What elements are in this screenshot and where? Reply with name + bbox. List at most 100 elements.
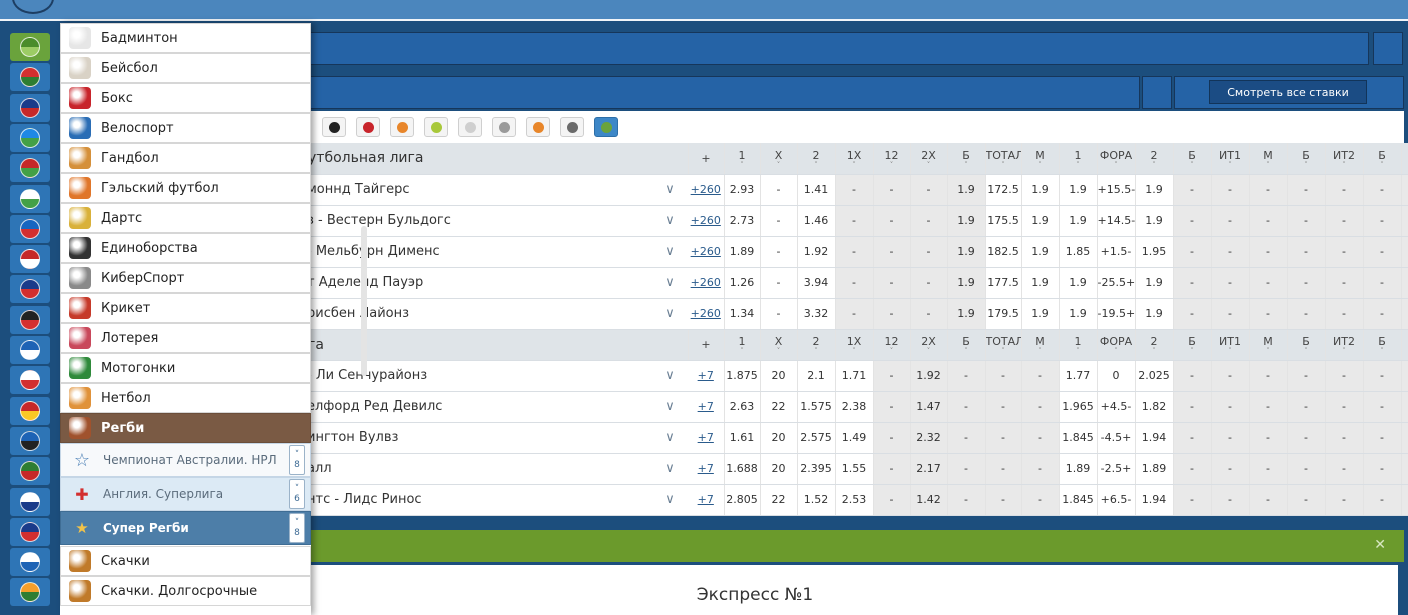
more-bets-link[interactable]: +260 [688,267,725,299]
odds-cell[interactable]: 1.9 [1059,267,1098,299]
logo[interactable] [12,0,54,14]
volleyball-icon[interactable] [458,117,482,137]
odds-cell[interactable]: 2.93 [724,174,761,206]
more-bets-link[interactable]: +7 [688,422,725,454]
sport-menu-item[interactable]: КиберСпорт [60,263,311,293]
match-teams[interactable]: алл [270,453,652,485]
odds-cell[interactable]: 1.95 [1135,236,1174,268]
sport-menu-item[interactable]: Скачки. Долгосрочные [60,576,311,606]
close-icon[interactable]: ✕ [1374,537,1386,553]
odds-cell[interactable]: 1.49 [835,422,874,454]
odds-cell[interactable]: +14.5- [1097,205,1136,237]
more-bets-link[interactable]: +7 [688,453,725,485]
odds-cell[interactable]: +6.5- [1097,484,1136,516]
odds-cell[interactable]: 1.9 [947,267,986,299]
odds-cell[interactable]: 0 [1097,360,1136,392]
odds-cell[interactable]: 20 [760,360,798,392]
sport-menu-item[interactable]: Крикет [60,293,311,323]
odds-cell[interactable]: 1.77 [1059,360,1098,392]
tennis-icon[interactable] [424,117,448,137]
match-teams[interactable]: з - Вестерн Бульдогс [270,205,652,237]
league-submenu-item[interactable]: ✚ Англия. Суперлига ˅ 6 [60,477,311,511]
odds-cell[interactable]: 2.63 [724,391,761,423]
chevron-down-icon[interactable]: ∨ [652,205,688,237]
match-teams[interactable]: елфорд Ред Девилс [270,391,652,423]
sport-menu-item[interactable]: Бокс [60,83,311,113]
flag-belarus-icon[interactable] [10,154,50,183]
odds-cell[interactable]: 1.9 [1021,205,1060,237]
odds-cell[interactable]: 1.9 [1135,205,1174,237]
odds-cell[interactable]: 1.845 [1059,484,1098,516]
odds-cell[interactable]: 1.845 [1059,422,1098,454]
odds-cell[interactable]: 1.94 [1135,484,1174,516]
odds-cell[interactable]: 2.025 [1135,360,1174,392]
match-teams[interactable]: - Мельбурн Дименс [270,236,652,268]
odds-cell[interactable]: 1.9 [1021,298,1060,330]
flag-australia-icon[interactable] [10,93,50,122]
chevron-down-icon[interactable]: ∨ [652,391,688,423]
flag-germany-icon[interactable] [10,305,50,334]
odds-cell[interactable]: 2.17 [910,453,948,485]
odds-cell[interactable]: 1.965 [1059,391,1098,423]
flag-denmark-icon[interactable] [10,245,50,274]
odds-cell[interactable]: 1.71 [835,360,874,392]
chevron-down-icon[interactable]: ∨ [652,422,688,454]
odds-cell[interactable]: 1.85 [1059,236,1098,268]
view-all-bets-button[interactable]: Смотреть все ставки [1209,80,1367,104]
odds-cell[interactable]: 20 [760,453,798,485]
odds-cell[interactable]: 1.9 [1021,267,1060,299]
chevron-down-icon[interactable]: ∨ [652,267,688,299]
odds-cell[interactable]: 1.34 [724,298,761,330]
odds-cell[interactable]: 3.94 [797,267,836,299]
odds-cell[interactable]: +4.5- [1097,391,1136,423]
flag-england-icon[interactable] [10,366,50,395]
sport-menu-item[interactable]: Лотерея [60,323,311,353]
flag-spain-icon[interactable] [10,396,50,425]
league-submenu-item[interactable]: ★ Супер Регби ˅ 8 [60,511,311,545]
odds-cell[interactable]: 172.5 [985,174,1022,206]
waterpolo-icon[interactable] [526,117,550,137]
odds-cell[interactable]: 22 [760,391,798,423]
count-badge[interactable]: ˅ 8 [289,445,305,475]
tyre-icon[interactable] [322,117,346,137]
match-teams[interactable]: моннд Тайгерс [270,174,652,206]
boxing-icon[interactable] [356,117,380,137]
odds-cell[interactable]: 1.41 [797,174,836,206]
sport-menu-item[interactable]: Бейсбол [60,53,311,83]
sport-menu-item[interactable]: Гэльский футбол [60,173,311,203]
odds-cell[interactable]: 1.9 [1059,174,1098,206]
more-bets-link[interactable]: +7 [688,360,725,392]
match-teams[interactable]: ингтон Вулвз [270,422,652,454]
flag-india-icon[interactable] [10,578,50,607]
odds-cell[interactable]: 1.9 [1135,298,1174,330]
odds-cell[interactable]: 2.575 [797,422,836,454]
odds-cell[interactable]: 1.9 [1135,267,1174,299]
count-badge[interactable]: ˅ 6 [289,479,305,509]
odds-cell[interactable]: 1.89 [1135,453,1174,485]
flag-estonia-icon[interactable] [10,426,50,455]
odds-cell[interactable]: 1.9 [1059,205,1098,237]
odds-cell[interactable]: 3.32 [797,298,836,330]
match-teams[interactable]: - Ли Сенчурайонз [270,360,652,392]
flag-bulgaria-icon[interactable] [10,184,50,213]
bowling-icon[interactable] [492,117,516,137]
match-teams[interactable]: т Аделейд Пауэр [270,267,652,299]
basketball-icon[interactable] [390,117,414,137]
odds-cell[interactable]: 2.53 [835,484,874,516]
chevron-down-icon[interactable]: ∨ [652,453,688,485]
odds-cell[interactable]: -2.5+ [1097,453,1136,485]
odds-cell[interactable]: 182.5 [985,236,1022,268]
odds-cell[interactable]: 2.805 [724,484,761,516]
sport-menu-item[interactable]: Мотогонки [60,353,311,383]
odds-cell[interactable]: 1.688 [724,453,761,485]
odds-cell[interactable]: 1.9 [1021,236,1060,268]
league-submenu-item[interactable]: ☆ Чемпионат Австралии. НРЛ ˅ 8 [60,443,311,477]
sport-menu-item[interactable]: Скачки [60,546,311,576]
odds-cell[interactable]: 20 [760,422,798,454]
flag-finland-icon[interactable] [10,487,50,516]
more-bets-link[interactable]: +260 [688,205,725,237]
match-teams[interactable]: рисбен Лайонз [270,298,652,330]
sport-menu-item[interactable]: Единоборства [60,233,311,263]
odds-cell[interactable]: 179.5 [985,298,1022,330]
odds-cell[interactable]: 1.9 [947,236,986,268]
